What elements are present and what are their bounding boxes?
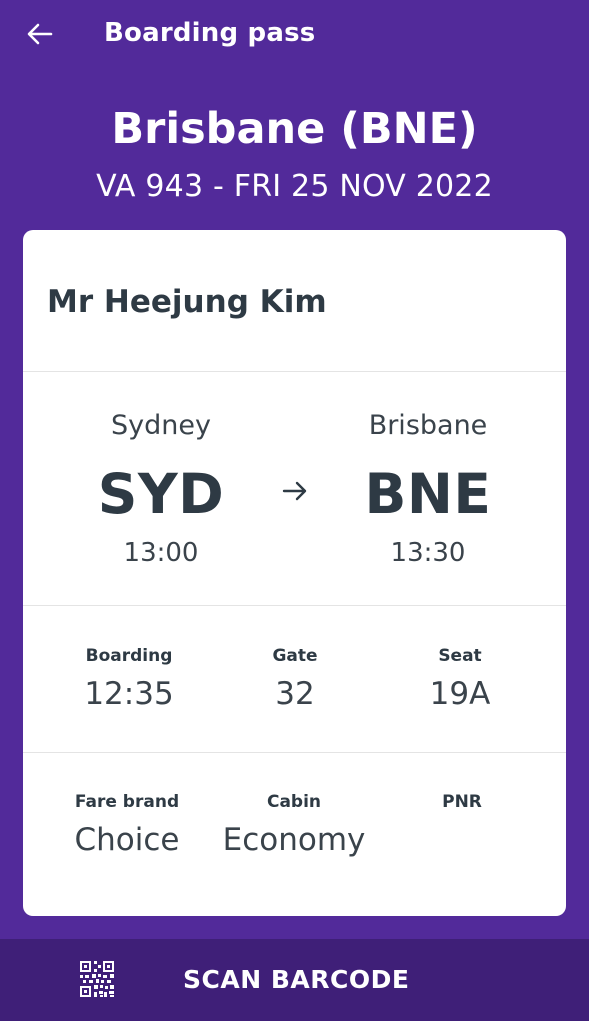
arrow-right-icon: [282, 481, 307, 501]
scan-barcode-label: SCAN BARCODE: [183, 965, 410, 994]
divider: [23, 752, 566, 753]
origin-time: 13:00: [123, 538, 199, 568]
cabin-value: Economy: [222, 822, 366, 858]
origin-code: SYD: [97, 462, 225, 526]
passenger-name: Mr Heejung Kim: [47, 284, 327, 320]
boarding-label: Boarding: [85, 646, 173, 666]
destination-code: BNE: [364, 462, 492, 526]
arrow-left-icon: [27, 23, 53, 45]
gate-label: Gate: [272, 646, 318, 666]
fare-brand-label: Fare brand: [74, 792, 180, 812]
seat-label: Seat: [438, 646, 482, 666]
flight-subtitle: VA 943 - FRI 25 NOV 2022: [96, 169, 493, 204]
scan-barcode-button[interactable]: SCAN BARCODE: [0, 939, 589, 1021]
destination-title: Brisbane (BNE): [111, 104, 478, 154]
destination-city: Brisbane: [368, 410, 488, 441]
origin-city: Sydney: [111, 410, 211, 441]
boarding-pass-card: Mr Heejung Kim Sydney SYD 13:00 Brisbane…: [23, 230, 566, 916]
qr-code-icon: [80, 961, 114, 997]
destination-time: 13:30: [390, 538, 466, 568]
divider: [23, 605, 566, 606]
cabin-label: Cabin: [266, 792, 322, 812]
seat-value: 19A: [429, 676, 491, 712]
boarding-value: 12:35: [84, 676, 174, 712]
pnr-label: PNR: [442, 792, 482, 812]
back-button[interactable]: [22, 18, 58, 50]
header-bar: Boarding pass: [0, 0, 589, 70]
fare-brand-value: Choice: [74, 822, 180, 858]
page-title: Boarding pass: [104, 18, 316, 48]
gate-value: 32: [275, 676, 315, 712]
divider: [23, 371, 566, 372]
route-arrow: [281, 480, 309, 502]
